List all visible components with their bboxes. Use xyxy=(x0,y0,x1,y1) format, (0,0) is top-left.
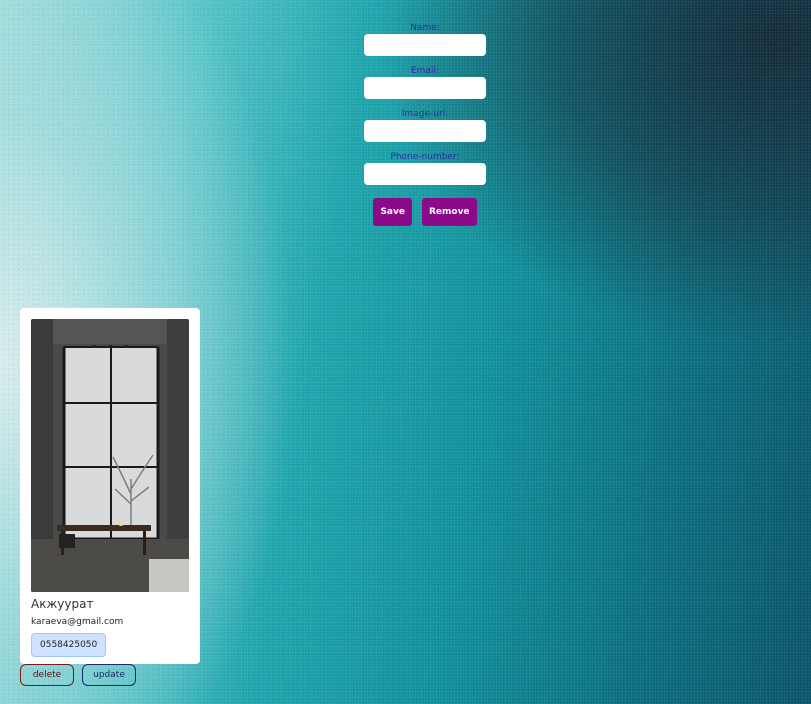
remove-button[interactable]: Remove xyxy=(421,198,477,226)
delete-button[interactable]: delete xyxy=(20,664,74,686)
name-label: Name: xyxy=(410,23,440,33)
contact-phone-badge: 0558425050 xyxy=(31,633,107,657)
contact-form: Name: Email: Image-url: Phone-number: Sa… xyxy=(364,20,486,226)
email-input[interactable] xyxy=(364,77,486,99)
name-input[interactable] xyxy=(364,34,486,56)
contact-email: karaeva@gmail.com xyxy=(31,617,124,627)
image-url-label: Image-url: xyxy=(401,109,449,119)
phone-number-label: Phone-number: xyxy=(390,152,460,162)
contact-photo xyxy=(31,319,189,592)
contact-name: Акжуурат xyxy=(31,597,94,611)
update-button[interactable]: update xyxy=(82,664,136,686)
phone-number-input[interactable] xyxy=(364,163,486,185)
save-button[interactable]: Save xyxy=(373,198,412,226)
contact-card: Акжуурат karaeva@gmail.com 0558425050 xyxy=(20,308,200,664)
form-buttons: Save Remove xyxy=(373,198,477,226)
image-url-input[interactable] xyxy=(364,120,486,142)
email-label: Email: xyxy=(410,66,439,76)
